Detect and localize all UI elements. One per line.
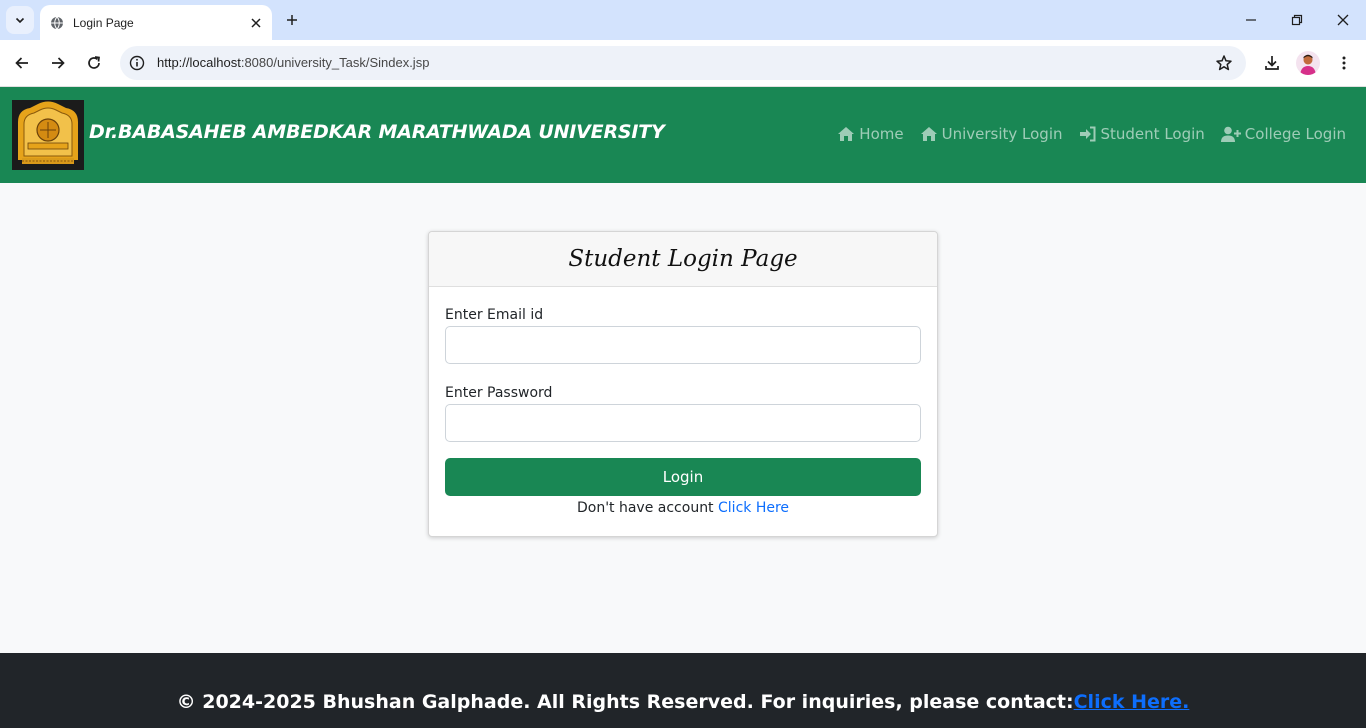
house-icon <box>838 127 855 141</box>
nav-link-label: Student Login <box>1100 125 1205 143</box>
close-window-button[interactable] <box>1326 6 1360 34</box>
nav-link-university-login[interactable]: University Login <box>920 125 1063 143</box>
close-icon <box>1337 14 1349 26</box>
footer-copyright: © 2024-2025 Bhushan Galphade. All Rights… <box>176 690 1074 713</box>
reload-icon <box>88 56 100 69</box>
address-bar[interactable]: http://localhost:8080/university_Task/Si… <box>120 46 1246 80</box>
url-text: http://localhost:8080/university_Task/Si… <box>157 55 429 70</box>
new-tab-button[interactable] <box>280 8 304 32</box>
signup-prompt-text: Don't have account <box>576 500 719 516</box>
page-title: Student Login Page <box>568 246 798 272</box>
tab-search-button[interactable] <box>6 6 34 34</box>
arrow-left-icon <box>15 57 28 69</box>
reload-button[interactable] <box>80 49 108 77</box>
browser-tabstrip: Login Page <box>0 0 1366 40</box>
site-footer: © 2024-2025 Bhushan Galphade. All Rights… <box>0 653 1366 728</box>
nav-link-label: University Login <box>941 125 1063 143</box>
signup-link[interactable]: Click Here <box>718 500 789 516</box>
downloads-button[interactable] <box>1258 49 1286 77</box>
university-brand-title[interactable]: Dr.BABASAHEB AMBEDKAR MARATHWADA UNIVERS… <box>89 121 665 143</box>
forward-button[interactable] <box>44 49 72 77</box>
arrow-right-icon <box>52 57 65 69</box>
browser-toolbar: http://localhost:8080/university_Task/Si… <box>0 40 1366 87</box>
nav-link-home[interactable]: Home <box>837 125 904 143</box>
avatar-icon <box>1300 54 1316 75</box>
email-label: Enter Email id <box>445 307 544 323</box>
url-path: :8080/university_Task/Sindex.jsp <box>240 55 430 70</box>
plus-icon <box>287 15 297 25</box>
password-label: Enter Password <box>445 385 553 401</box>
user-plus-icon <box>1220 126 1241 142</box>
back-button[interactable] <box>8 49 36 77</box>
footer-text: © 2024-2025 Bhushan Galphade. All Rights… <box>177 691 1190 713</box>
kebab-menu-icon <box>1342 56 1346 70</box>
minimize-button[interactable] <box>1234 6 1268 34</box>
browser-menu-button[interactable] <box>1330 49 1358 77</box>
nav-link-label: College Login <box>1244 125 1346 143</box>
restore-icon <box>1291 14 1303 26</box>
footer-contact-link[interactable]: Click Here. <box>1074 691 1190 713</box>
minimize-icon <box>1246 19 1256 21</box>
url-host: http://localhost <box>157 55 241 70</box>
download-icon <box>1265 56 1279 70</box>
email-field[interactable] <box>445 326 921 364</box>
house-icon <box>920 127 937 141</box>
signup-prompt: Don't have account Click Here <box>429 500 937 516</box>
close-icon <box>251 17 261 28</box>
bookmark-star-icon[interactable] <box>1214 53 1234 73</box>
tab-close-button[interactable] <box>244 11 268 35</box>
university-seal-icon <box>12 100 84 170</box>
login-card: Student Login Page Enter Email id Enter … <box>428 231 938 537</box>
nav-link-label: Home <box>859 125 904 143</box>
card-header: Student Login Page <box>429 232 937 287</box>
sign-in-icon <box>1079 126 1095 142</box>
tab-title: Login Page <box>73 15 134 30</box>
browser-tab-active[interactable]: Login Page <box>40 5 272 40</box>
nav-link-college-login[interactable]: College Login <box>1220 125 1346 143</box>
globe-icon <box>49 15 65 31</box>
password-field[interactable] <box>445 404 921 442</box>
profile-avatar[interactable] <box>1296 51 1320 75</box>
nav-links: Home University Login Student Login Coll… <box>837 125 1346 143</box>
login-button[interactable]: Login <box>445 458 921 496</box>
chevron-down-icon <box>15 17 25 24</box>
site-navbar: Dr.BABASAHEB AMBEDKAR MARATHWADA UNIVERS… <box>0 87 1366 183</box>
university-logo[interactable] <box>12 100 84 170</box>
info-icon[interactable] <box>128 54 146 72</box>
nav-link-student-login[interactable]: Student Login <box>1079 125 1205 143</box>
restore-button[interactable] <box>1280 6 1314 34</box>
